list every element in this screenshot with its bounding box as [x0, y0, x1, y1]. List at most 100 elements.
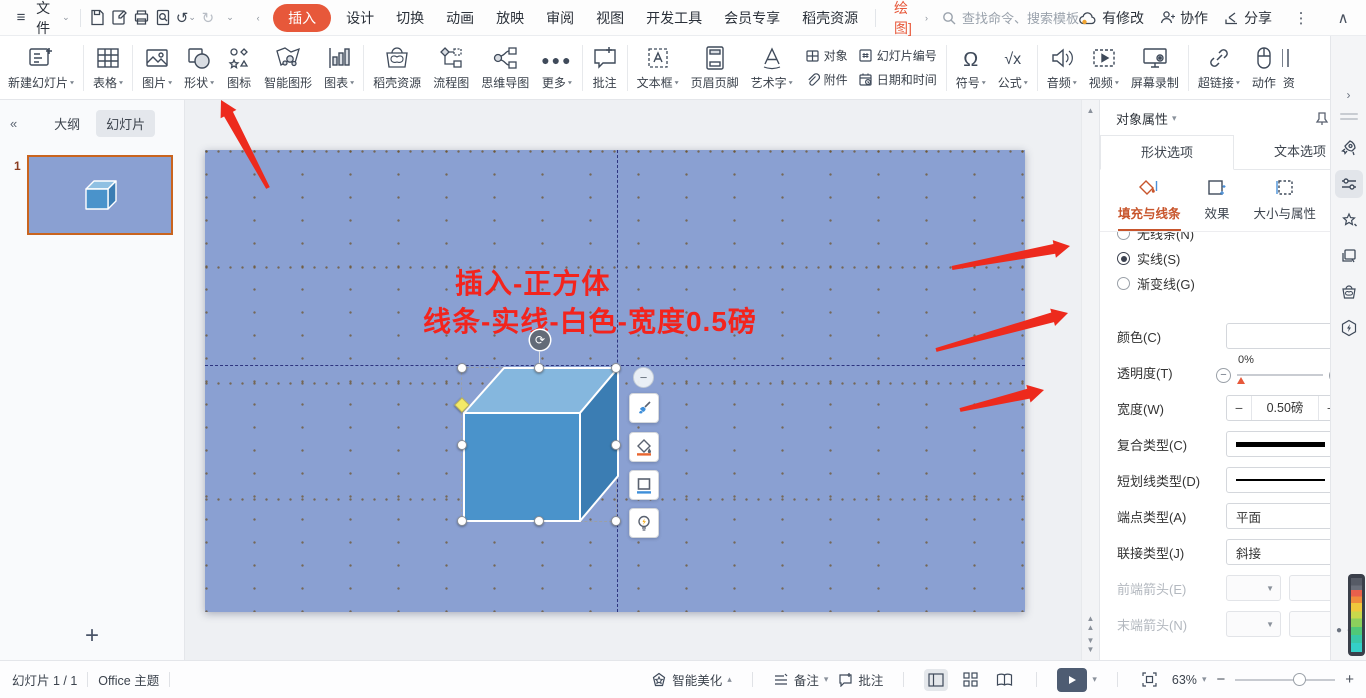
ribbon-item-new-slide[interactable]: 新建幻灯片 ▾: [2, 39, 80, 97]
quick-tools-rocket-icon[interactable]: [1335, 134, 1363, 162]
chevron-right-icon[interactable]: ›: [925, 13, 928, 23]
theme-name[interactable]: Office 主题: [98, 670, 159, 689]
resize-handle-middle-right[interactable]: [611, 439, 621, 450]
ribbon-item-flowchart[interactable]: 流程图: [427, 39, 475, 97]
play-options-chevron-icon[interactable]: ▾: [1092, 674, 1097, 685]
sidebar-collapse-icon[interactable]: «: [10, 116, 17, 131]
zoom-level[interactable]: 63% ▾: [1172, 673, 1207, 687]
scroll-up-icon[interactable]: ▲: [1082, 106, 1099, 115]
file-menu-button[interactable]: 文件 ⌄: [32, 0, 74, 38]
zoom-out-button[interactable]: −: [1216, 671, 1225, 688]
shape-fill-button[interactable]: [629, 432, 659, 462]
ribbon-item-docer-resources[interactable]: 稻壳资源: [367, 39, 427, 97]
ribbon-item-screen-record[interactable]: 屏幕录制: [1125, 39, 1185, 97]
panel-title[interactable]: 对象属性 ▾: [1116, 109, 1177, 128]
share-button[interactable]: 分享: [1224, 8, 1272, 28]
ribbon-item-shapes[interactable]: 形状 ▾: [178, 39, 220, 97]
ribbon-item-audio[interactable]: 音频 ▾: [1041, 39, 1083, 97]
ribbon-item-more[interactable]: ●●● 更多 ▾: [535, 39, 578, 97]
tab-design[interactable]: 设计: [335, 8, 385, 28]
format-painter-button[interactable]: [629, 393, 659, 423]
play-slideshow-button[interactable]: [1057, 667, 1088, 692]
pin-panel-icon[interactable]: [1315, 111, 1329, 126]
command-search-input[interactable]: 查找命令、搜索模板: [942, 8, 1079, 27]
quick-access-more-icon[interactable]: ⌄: [219, 6, 241, 30]
resize-handle-bottom-left[interactable]: [457, 516, 467, 526]
add-slide-button[interactable]: +: [0, 622, 184, 650]
ribbon-item-symbol[interactable]: Ω 符号 ▾: [950, 39, 992, 97]
zoom-in-button[interactable]: +: [1345, 671, 1354, 688]
slide-show-strip-icon[interactable]: [1335, 242, 1363, 270]
front-arrow-style-dropdown[interactable]: ▼: [1226, 575, 1281, 601]
tab-draw[interactable]: 绘图]: [882, 0, 925, 38]
slide-thumbnail[interactable]: [26, 155, 173, 235]
resize-handle-bottom-right[interactable]: [611, 516, 621, 526]
ribbon-item-object[interactable]: 对象: [805, 44, 848, 68]
next-slide-button[interactable]: ▼ ▼: [1082, 636, 1099, 654]
tab-member[interactable]: 会员专享: [713, 8, 791, 28]
tab-transition[interactable]: 切换: [385, 8, 435, 28]
strip-expand-icon[interactable]: ›: [1331, 88, 1366, 102]
modified-status[interactable]: 有修改: [1079, 8, 1144, 28]
ribbon-item-slide-number[interactable]: 幻灯片编号: [858, 44, 937, 68]
zoom-slider[interactable]: [1235, 672, 1336, 686]
object-properties-strip-icon[interactable]: [1335, 170, 1363, 198]
hamburger-menu-icon[interactable]: ≡: [10, 6, 32, 30]
ribbon-item-equation[interactable]: √x 公式 ▾: [992, 39, 1034, 97]
ribbon-item-action[interactable]: 动作: [1246, 39, 1282, 97]
cap-type-dropdown[interactable]: 平面▼: [1226, 503, 1344, 529]
ribbon-item-video[interactable]: 视频 ▾: [1083, 39, 1125, 97]
print-icon[interactable]: [131, 6, 153, 30]
ribbon-item-header-footer[interactable]: 页眉页脚: [685, 39, 745, 97]
save-as-icon[interactable]: [109, 6, 131, 30]
print-preview-icon[interactable]: [153, 6, 175, 30]
end-arrow-style-dropdown[interactable]: ▼: [1226, 611, 1281, 637]
subtab-effects[interactable]: 效果: [1205, 178, 1230, 231]
tab-docer[interactable]: 稻壳资源: [791, 8, 869, 28]
dash-type-dropdown[interactable]: ▼: [1226, 467, 1344, 493]
ribbon-item-mindmap[interactable]: 思维导图: [475, 39, 535, 97]
tab-review[interactable]: 审阅: [535, 8, 585, 28]
collapse-ribbon-icon[interactable]: ∧: [1330, 6, 1356, 30]
ribbon-item-icons[interactable]: 图标: [220, 39, 258, 97]
smart-beautify-button[interactable]: 智能美化 ▴: [651, 670, 732, 689]
resize-handle-top-middle[interactable]: [534, 363, 544, 373]
quick-action-bolt-icon[interactable]: [1335, 314, 1363, 342]
ribbon-item-picture[interactable]: 图片 ▾: [136, 39, 178, 97]
ribbon-item-wordart[interactable]: 艺术字 ▾: [745, 39, 799, 97]
beautify-star-icon[interactable]: [1335, 206, 1363, 234]
radio-solid-line[interactable]: 实线(S): [1100, 246, 1366, 271]
panel-tab-shape-options[interactable]: 形状选项: [1100, 135, 1234, 170]
previous-slide-button[interactable]: ▲ ▲: [1082, 614, 1099, 632]
tab-developer[interactable]: 开发工具: [635, 8, 713, 28]
shape-outline-button[interactable]: [629, 470, 659, 500]
radio-gradient-line[interactable]: 渐变线(G): [1100, 271, 1366, 296]
sidebar-tab-outline[interactable]: 大纲: [44, 110, 90, 137]
cube-shape[interactable]: [461, 367, 619, 524]
width-decrease-button[interactable]: −: [1227, 400, 1251, 416]
compound-type-dropdown[interactable]: ▼: [1226, 431, 1344, 457]
editing-canvas[interactable]: 插入-正方体 线条-实线-白色-宽度0.5磅 ⟳ −: [185, 100, 1081, 660]
tab-animation[interactable]: 动画: [435, 8, 485, 28]
subtab-fill-line[interactable]: 填充与线条: [1118, 178, 1181, 231]
join-type-dropdown[interactable]: 斜接▼: [1226, 539, 1344, 565]
ribbon-item-chart[interactable]: 图表 ▾: [318, 39, 360, 97]
slider-marker[interactable]: [1237, 377, 1245, 384]
tab-view[interactable]: 视图: [585, 8, 635, 28]
rotate-handle[interactable]: ⟳: [530, 330, 550, 350]
reading-view-button[interactable]: [992, 669, 1016, 691]
save-icon[interactable]: [87, 6, 109, 30]
ribbon-item-attachment[interactable]: 附件: [805, 68, 848, 92]
shape-selection-box[interactable]: [454, 351, 621, 526]
resize-handle-top-right[interactable]: [611, 363, 621, 373]
more-options-icon[interactable]: ⋮: [1288, 6, 1314, 30]
collaborate-button[interactable]: 协作: [1160, 8, 1208, 28]
ribbon-item-comment[interactable]: 批注: [586, 39, 624, 97]
ribbon-item-resource-partial[interactable]: 资: [1281, 39, 1296, 97]
resize-handle-bottom-middle[interactable]: [534, 516, 544, 526]
notes-button[interactable]: 备注 ▾: [773, 670, 828, 689]
fit-slide-button[interactable]: [1138, 669, 1162, 691]
zoom-slider-knob[interactable]: [1293, 672, 1307, 686]
ribbon-item-table[interactable]: 表格 ▾: [87, 39, 129, 97]
transparency-slider[interactable]: − + 0%: [1216, 354, 1344, 384]
